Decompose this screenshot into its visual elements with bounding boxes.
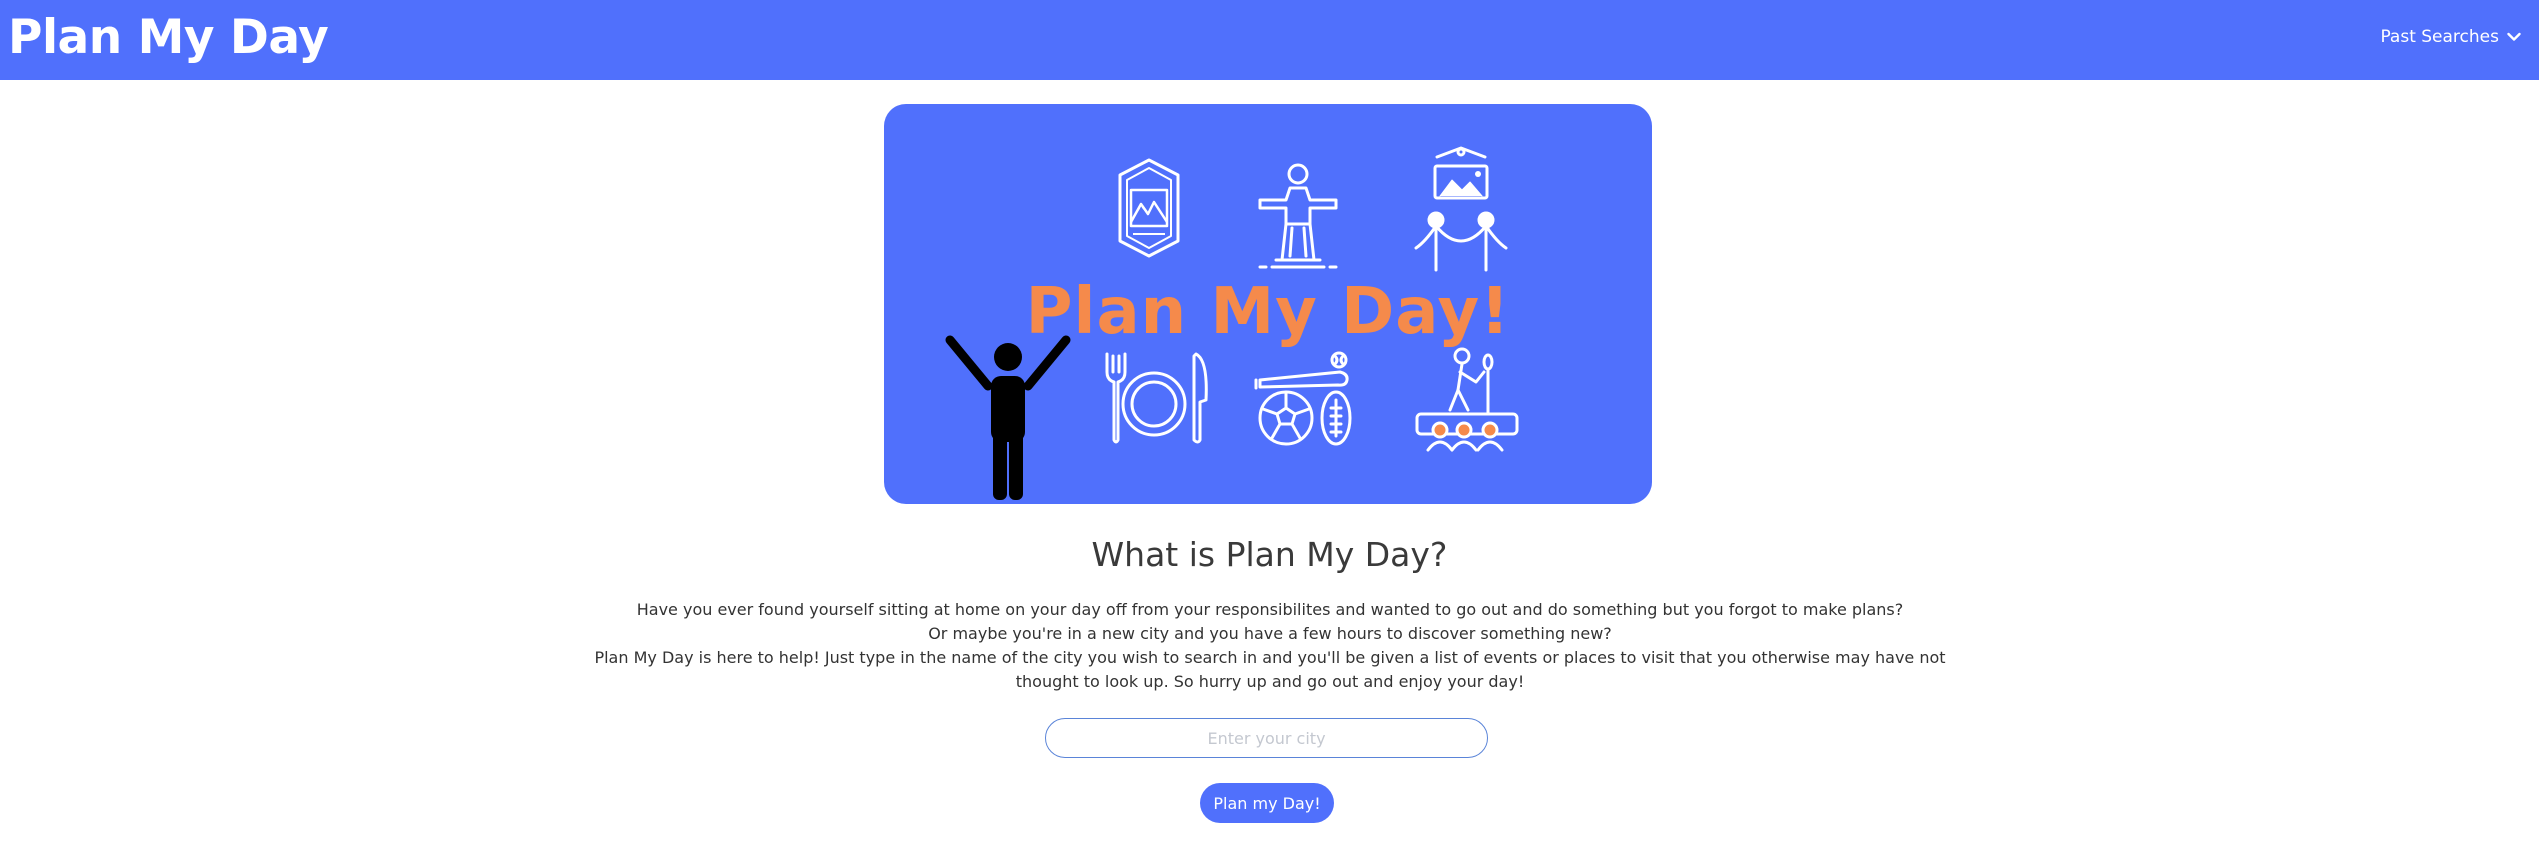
dining-icon (1105, 352, 1208, 444)
description-paragraph: Or maybe you're in a new city and you ha… (928, 624, 1612, 643)
description-paragraph: Have you ever found yourself sitting at … (636, 600, 1904, 619)
sports-icon (1254, 351, 1352, 446)
statue-icon (1258, 163, 1338, 269)
city-search-input[interactable] (1045, 718, 1488, 758)
chevron-down-icon (2507, 32, 2521, 42)
mountain-badge-icon (1118, 158, 1180, 258)
page-heading: What is Plan My Day? (1091, 535, 1448, 574)
description: Have you ever found yourself sitting at … (590, 598, 1950, 694)
navbar: Plan My Day Past Searches (0, 0, 2539, 80)
hero-banner: Plan My Day! (884, 104, 1652, 504)
gallery-icon (1414, 146, 1508, 272)
brand-title[interactable]: Plan My Day (8, 8, 329, 68)
hero-title: Plan My Day! (1025, 275, 1511, 349)
description-paragraph: Plan My Day is here to help! Just type i… (594, 648, 1946, 691)
past-searches-dropdown[interactable]: Past Searches (2368, 22, 2533, 52)
past-searches-label: Past Searches (2380, 27, 2499, 47)
stage-performer-icon (1415, 347, 1519, 452)
plan-my-day-button[interactable]: Plan my Day! (1200, 783, 1334, 823)
person-arms-up-icon (945, 335, 1071, 500)
